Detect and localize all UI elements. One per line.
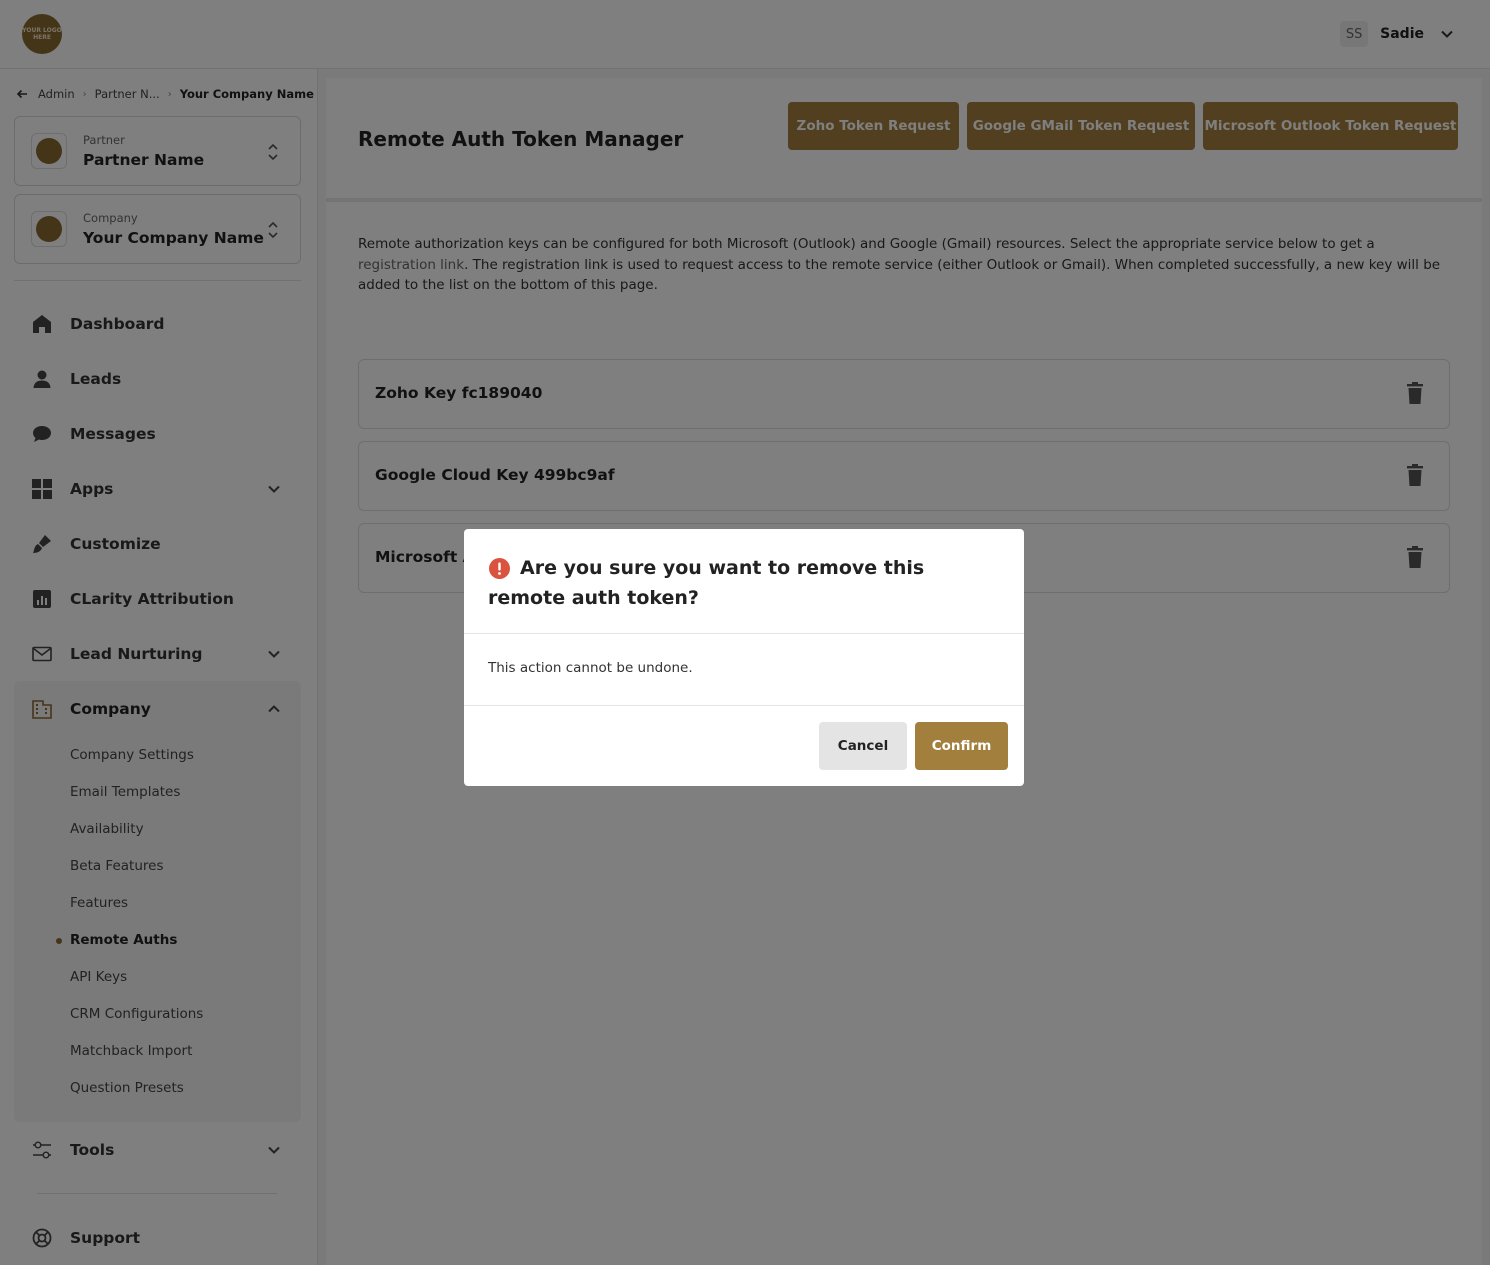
dialog-message: This action cannot be undone.	[488, 660, 693, 676]
dialog-footer-divider	[464, 705, 1024, 706]
confirm-button[interactable]: Confirm	[915, 722, 1008, 770]
dialog-header: Are you sure you want to remove this rem…	[464, 529, 1024, 634]
dialog-title: Are you sure you want to remove this rem…	[488, 557, 925, 609]
cancel-button[interactable]: Cancel	[819, 722, 907, 770]
confirm-remove-dialog: Are you sure you want to remove this rem…	[464, 529, 1024, 786]
